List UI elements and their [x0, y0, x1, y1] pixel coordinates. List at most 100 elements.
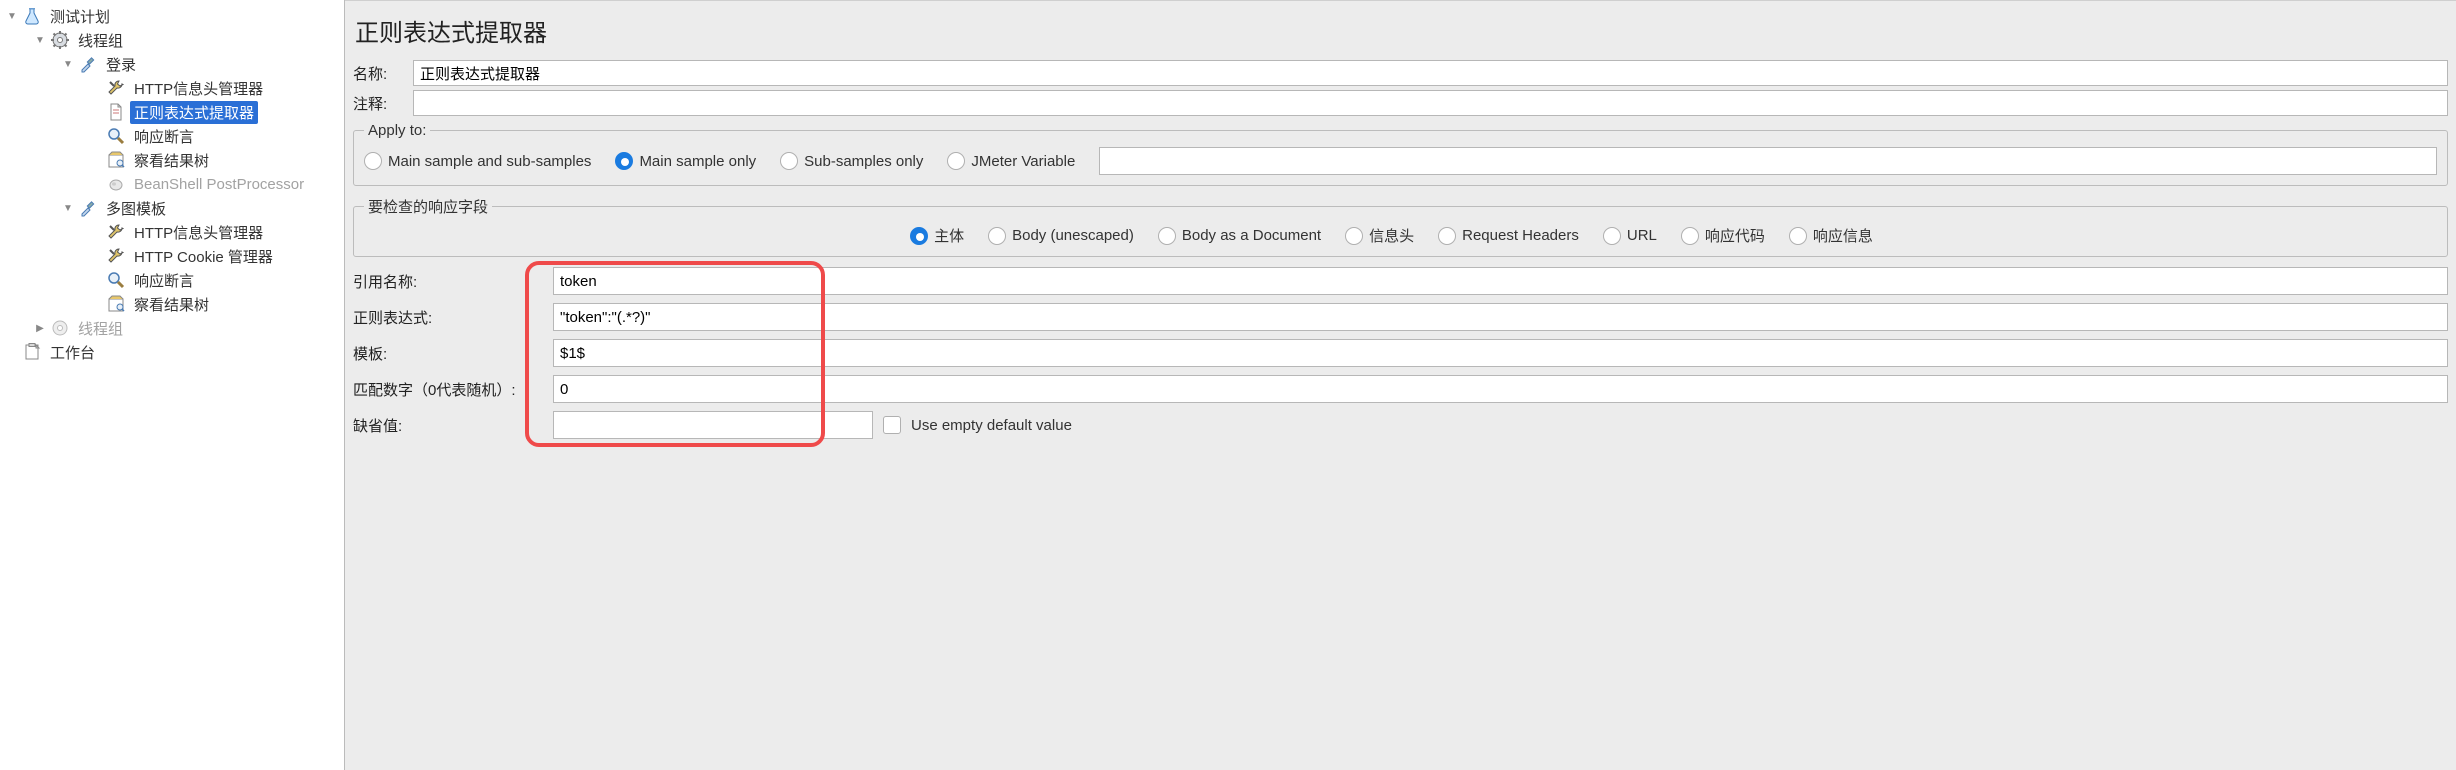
bean-icon — [106, 174, 126, 194]
tree-toggle[interactable]: ▶ — [32, 323, 48, 334]
radio-body-unescaped[interactable]: Body (unescaped) — [988, 227, 1134, 245]
gear-icon — [50, 30, 70, 50]
radio-label: JMeter Variable — [971, 153, 1075, 170]
match-no-label: 匹配数字（0代表随机）: — [353, 379, 543, 400]
wrench-icon — [106, 78, 126, 98]
radio-response-msg[interactable]: 响应信息 — [1789, 225, 1873, 246]
radio-label: 信息头 — [1369, 225, 1414, 246]
tree-node-login[interactable]: ▼ 登录 — [2, 52, 344, 76]
radio-icon — [780, 152, 798, 170]
tree-label: 工作台 — [46, 341, 99, 364]
tree-label: 察看结果树 — [130, 149, 213, 172]
tree-label: HTTP信息头管理器 — [130, 77, 267, 100]
radio-jmeter-variable[interactable]: JMeter Variable — [947, 152, 1075, 170]
template-label: 模板: — [353, 343, 543, 364]
name-row: 名称: — [353, 60, 2448, 86]
radio-headers[interactable]: 信息头 — [1345, 225, 1414, 246]
template-row: 模板: — [353, 339, 2448, 367]
tree-node-multi-template[interactable]: ▼ 多图模板 — [2, 196, 344, 220]
match-no-row: 匹配数字（0代表随机）: — [353, 375, 2448, 403]
tree-label-disabled: BeanShell PostProcessor — [130, 175, 308, 194]
tree-toggle[interactable]: ▼ — [60, 59, 76, 70]
tree-label: 响应断言 — [130, 125, 198, 148]
tree-toggle[interactable]: ▼ — [4, 11, 20, 22]
tree-node-response-assertion[interactable]: 响应断言 — [2, 124, 344, 148]
ref-name-row: 引用名称: — [353, 267, 2448, 295]
comment-input[interactable] — [413, 90, 2448, 116]
use-empty-label: Use empty default value — [911, 417, 1072, 434]
radio-body[interactable]: 主体 — [910, 225, 964, 246]
tree-label: 登录 — [102, 53, 140, 76]
apply-to-radios: Main sample and sub-samples Main sample … — [364, 147, 2437, 175]
tree-node-http-header-mgr-2[interactable]: HTTP信息头管理器 — [2, 220, 344, 244]
tree-node-thread-group[interactable]: ▼ 线程组 — [2, 28, 344, 52]
ref-name-label: 引用名称: — [353, 271, 543, 292]
clipboard-icon — [22, 342, 42, 362]
tree-node-thread-group-2[interactable]: ▶ 线程组 — [2, 316, 344, 340]
gear-disabled-icon — [50, 318, 70, 338]
radio-label: 响应代码 — [1705, 225, 1765, 246]
radio-response-code[interactable]: 响应代码 — [1681, 225, 1765, 246]
radio-label: Body (unescaped) — [1012, 227, 1134, 244]
comment-row: 注释: — [353, 90, 2448, 116]
tree-label: 响应断言 — [130, 269, 198, 292]
tree-node-workbench[interactable]: 工作台 — [2, 340, 344, 364]
match-no-input[interactable] — [553, 375, 2448, 403]
tree-label: 察看结果树 — [130, 293, 213, 316]
radio-icon — [1345, 227, 1363, 245]
radio-icon — [947, 152, 965, 170]
field-to-check-legend: 要检查的响应字段 — [364, 196, 492, 217]
radio-icon — [1603, 227, 1621, 245]
use-empty-checkbox[interactable] — [883, 416, 901, 434]
wrench-icon — [106, 222, 126, 242]
name-label: 名称: — [353, 63, 405, 84]
radio-icon — [1789, 227, 1807, 245]
tree-toggle[interactable]: ▼ — [60, 203, 76, 214]
radio-icon — [615, 152, 633, 170]
tree-node-test-plan[interactable]: ▼ 测试计划 — [2, 4, 344, 28]
radio-sub-only[interactable]: Sub-samples only — [780, 152, 923, 170]
tree-node-view-results-tree[interactable]: 察看结果树 — [2, 148, 344, 172]
radio-label: 响应信息 — [1813, 225, 1873, 246]
magnifier-icon — [106, 126, 126, 146]
radio-request-headers[interactable]: Request Headers — [1438, 227, 1579, 245]
radio-label: Main sample only — [639, 153, 756, 170]
magnifier-icon — [106, 270, 126, 290]
regex-row: 正则表达式: — [353, 303, 2448, 331]
template-input[interactable] — [553, 339, 2448, 367]
radio-label: Request Headers — [1462, 227, 1579, 244]
default-value-input[interactable] — [553, 411, 873, 439]
tree-label: HTTP信息头管理器 — [130, 221, 267, 244]
apply-to-group: Apply to: Main sample and sub-samples Ma… — [353, 122, 2448, 186]
field-to-check-radios: 主体 Body (unescaped) Body as a Document 信… — [364, 225, 2437, 246]
radio-url[interactable]: URL — [1603, 227, 1657, 245]
name-input[interactable] — [413, 60, 2448, 86]
radio-label: 主体 — [934, 225, 964, 246]
tree-node-regex-extractor[interactable]: 正则表达式提取器 — [2, 100, 344, 124]
comment-label: 注释: — [353, 93, 405, 114]
wrench-icon — [106, 246, 126, 266]
radio-label: Sub-samples only — [804, 153, 923, 170]
tree-node-view-results-tree-2[interactable]: 察看结果树 — [2, 292, 344, 316]
radio-body-doc[interactable]: Body as a Document — [1158, 227, 1321, 245]
tree-label: HTTP Cookie 管理器 — [130, 245, 277, 268]
tree-label: 多图模板 — [102, 197, 170, 220]
page-title: 正则表达式提取器 — [353, 7, 2448, 60]
regex-input[interactable] — [553, 303, 2448, 331]
flask-icon — [22, 6, 42, 26]
radio-main-only[interactable]: Main sample only — [615, 152, 756, 170]
tree-toggle[interactable]: ▼ — [32, 35, 48, 46]
tree-node-response-assertion-2[interactable]: 响应断言 — [2, 268, 344, 292]
main-panel: 正则表达式提取器 名称: 注释: Apply to: Main sample a… — [345, 0, 2456, 770]
radio-main-and-sub[interactable]: Main sample and sub-samples — [364, 152, 591, 170]
jmeter-variable-input[interactable] — [1099, 147, 2437, 175]
tree-node-beanshell-pp[interactable]: BeanShell PostProcessor — [2, 172, 344, 196]
radio-icon — [364, 152, 382, 170]
ref-name-input[interactable] — [553, 267, 2448, 295]
results-tree-icon — [106, 150, 126, 170]
tree-node-http-cookie-mgr[interactable]: HTTP Cookie 管理器 — [2, 244, 344, 268]
tree-label: 线程组 — [74, 29, 127, 52]
field-to-check-group: 要检查的响应字段 主体 Body (unescaped) Body as a D… — [353, 196, 2448, 257]
tree-node-http-header-mgr[interactable]: HTTP信息头管理器 — [2, 76, 344, 100]
results-tree-icon — [106, 294, 126, 314]
